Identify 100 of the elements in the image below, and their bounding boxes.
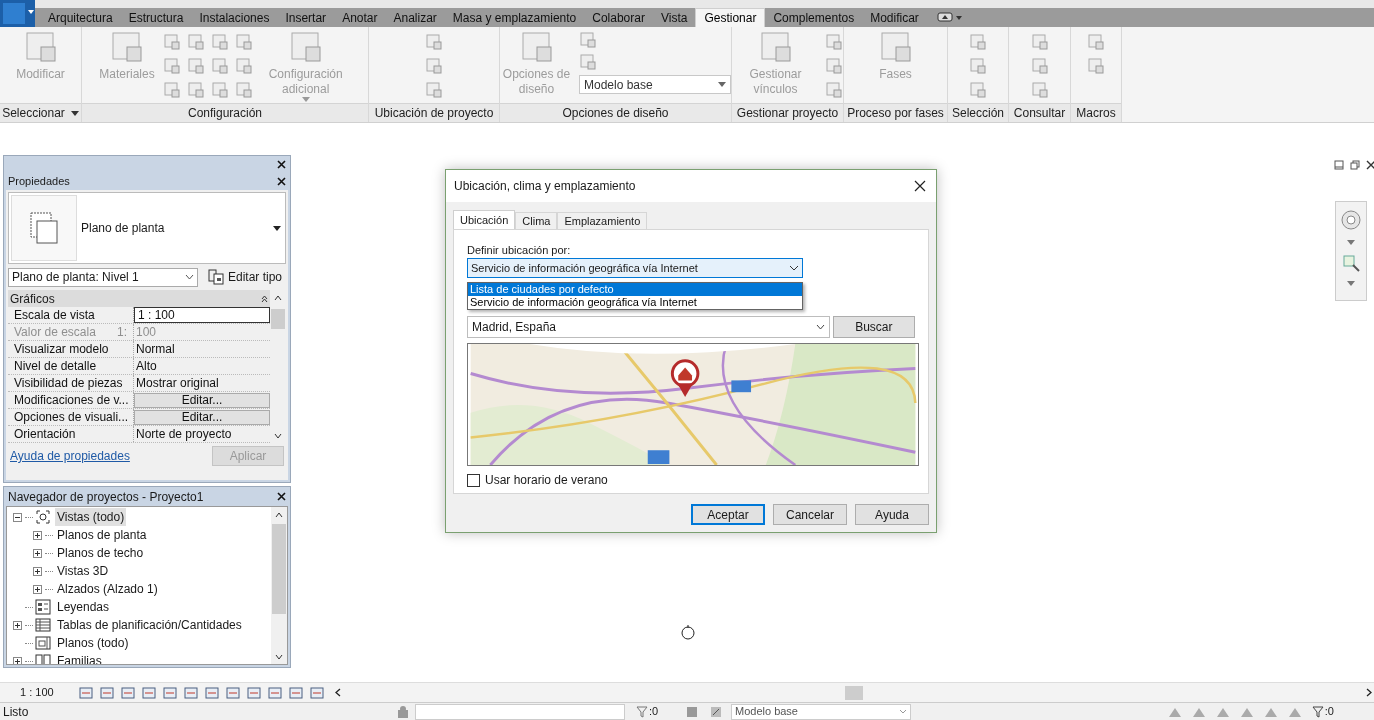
sheet-icon[interactable]	[825, 57, 843, 75]
steering-wheel-icon[interactable]	[1339, 208, 1363, 232]
property-field[interactable]: 1 : 100	[134, 307, 270, 323]
view-control-icon[interactable]	[183, 685, 199, 700]
sheet-icon[interactable]	[186, 33, 205, 51]
view-control-icon[interactable]	[246, 685, 262, 700]
expand-icon[interactable]	[33, 566, 42, 576]
dialog-tab[interactable]: Emplazamiento	[557, 212, 648, 229]
sheet-icon[interactable]	[1030, 57, 1049, 75]
tree-item[interactable]: Planos de planta	[55, 526, 149, 544]
search-button[interactable]: Buscar	[832, 316, 915, 338]
scroll-down-icon[interactable]	[275, 654, 283, 660]
dialog-button[interactable]: Aceptar	[691, 504, 765, 525]
sheet-icon[interactable]	[234, 33, 253, 51]
sheet-icon[interactable]	[969, 81, 987, 99]
caret-icon[interactable]	[718, 82, 726, 87]
view-control-icon[interactable]	[162, 685, 178, 700]
design-option-dropdown[interactable]: Modelo base	[731, 703, 911, 720]
dialog-tab[interactable]: Clima	[515, 212, 558, 229]
ribbon-tab[interactable]: Analizar	[385, 8, 445, 27]
close-icon[interactable]	[277, 176, 286, 186]
filter-icon[interactable]	[1310, 704, 1325, 719]
collapse-icon[interactable]	[13, 512, 22, 522]
view-control-icon[interactable]	[141, 685, 157, 700]
tree-item[interactable]: Planos (todo)	[55, 634, 131, 652]
sheet-icon[interactable]	[969, 33, 987, 51]
view-control-icon[interactable]	[120, 685, 136, 700]
view-control-icon[interactable]	[99, 685, 115, 700]
expand-icon[interactable]	[33, 530, 42, 540]
ribbon-tab[interactable]: Insertar	[277, 8, 335, 27]
tree-item[interactable]: Leyendas	[55, 598, 112, 616]
sheet-icon[interactable]	[186, 81, 205, 99]
expand-icon[interactable]	[13, 656, 22, 664]
ribbon-tool-icon[interactable]	[759, 31, 792, 63]
workset-icon[interactable]	[395, 704, 411, 719]
sheet-icon[interactable]	[425, 33, 443, 51]
dialog-tab[interactable]: Ubicación	[453, 210, 516, 230]
scroll-left-icon[interactable]	[335, 688, 341, 697]
sheet-icon[interactable]	[186, 57, 205, 75]
sheet-icon[interactable]	[234, 81, 253, 99]
location-method-dropdown[interactable]: Servicio de información geográfica vía Internet	[467, 258, 803, 278]
scroll-thumb[interactable]	[844, 685, 863, 700]
location-field[interactable]: Madrid, España	[467, 316, 830, 338]
ribbon-tab[interactable]: Vista	[652, 8, 696, 27]
close-icon[interactable]	[277, 160, 286, 169]
ribbon-tab[interactable]: Masa y emplazamiento	[444, 8, 585, 27]
tree-item[interactable]: Vistas 3D	[55, 562, 111, 580]
view-control-icon[interactable]	[204, 685, 220, 700]
ribbon-tab[interactable]: Anotar	[334, 8, 386, 27]
sheet-icon[interactable]	[162, 57, 181, 75]
restore-icon[interactable]	[1350, 160, 1360, 170]
sheet-icon[interactable]	[425, 57, 443, 75]
exclude-options-icon[interactable]	[709, 704, 723, 719]
ribbon-tool-icon[interactable]	[879, 31, 912, 63]
sheet-icon[interactable]	[162, 81, 181, 99]
scroll-right-icon[interactable]	[1366, 688, 1372, 697]
workset-field[interactable]	[415, 703, 625, 720]
minimize-icon[interactable]	[1334, 160, 1344, 170]
sheet-icon[interactable]	[1030, 33, 1049, 51]
app-logo-icon[interactable]	[0, 0, 35, 27]
ribbon-tab[interactable]: Colaborar	[584, 8, 653, 27]
view-control-icon[interactable]	[267, 685, 283, 700]
dialog-button[interactable]: Cancelar	[773, 504, 847, 525]
sheet-icon[interactable]	[1087, 57, 1105, 75]
sheet-icon[interactable]	[210, 33, 229, 51]
sheet-icon[interactable]	[825, 33, 843, 51]
sheet-icon[interactable]	[210, 57, 229, 75]
sheet-icon[interactable]	[162, 33, 181, 51]
sheet-icon[interactable]	[825, 81, 843, 99]
checkbox-label[interactable]: Usar horario de verano	[485, 471, 608, 489]
ribbon-toggle-icon[interactable]	[936, 11, 963, 23]
scroll-thumb[interactable]	[272, 524, 286, 614]
editable-only-icon[interactable]	[685, 704, 699, 719]
instance-dropdown[interactable]: Plano de planta: Nivel 1	[8, 267, 198, 287]
ribbon-tab[interactable]: Arquitectura	[40, 8, 121, 27]
scrollbar[interactable]	[271, 507, 287, 664]
dropdown-option[interactable]: Lista de ciudades por defecto	[468, 283, 802, 296]
ribbon-tool-icon[interactable]	[289, 31, 322, 63]
ribbon-tab[interactable]: Complementos	[765, 8, 863, 27]
sheet-icon[interactable]	[425, 81, 443, 99]
tree-item[interactable]: Alzados (Alzado 1)	[55, 580, 160, 598]
ribbon-tool-icon[interactable]	[24, 31, 57, 63]
sheet-icon[interactable]	[210, 81, 229, 99]
tree-item[interactable]: Vistas (todo)	[55, 508, 127, 526]
sheet-icon[interactable]	[234, 57, 253, 75]
expand-icon[interactable]	[13, 620, 22, 630]
expand-icon[interactable]	[33, 584, 42, 594]
view-control-icon[interactable]	[225, 685, 241, 700]
design-option-dropdown[interactable]: Modelo base	[579, 75, 731, 94]
expand-icon[interactable]	[33, 548, 42, 558]
scroll-up-icon[interactable]	[275, 512, 283, 518]
close-icon[interactable]	[914, 180, 926, 192]
help-link[interactable]: Ayuda de propiedades	[10, 447, 130, 465]
filter-icon[interactable]	[635, 704, 649, 719]
close-icon[interactable]	[277, 492, 286, 501]
dropdown-option[interactable]: Servicio de información geográfica vía Internet	[468, 296, 802, 309]
ribbon-tab[interactable]: Instalaciones	[191, 8, 278, 27]
close-icon[interactable]	[1366, 160, 1374, 170]
type-selector[interactable]: Plano de planta	[8, 192, 286, 264]
tree-item[interactable]: Planos de techo	[55, 544, 146, 562]
